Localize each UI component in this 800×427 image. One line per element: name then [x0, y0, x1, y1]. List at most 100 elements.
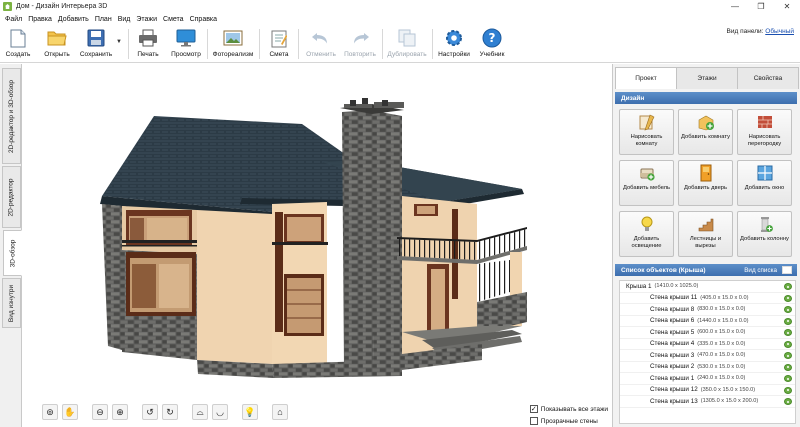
- door-icon: [700, 164, 711, 182]
- menu-add[interactable]: Добавить: [55, 16, 92, 23]
- preview-button[interactable]: Просмотр: [169, 27, 203, 62]
- list-item[interactable]: Стена крыши 3 (470.0 x 15.0 x 0.0): [620, 350, 795, 362]
- orbit-icon[interactable]: ⊚: [42, 404, 58, 420]
- visibility-eye-icon[interactable]: [784, 398, 792, 405]
- close-button[interactable]: ✕: [774, 0, 800, 13]
- transparent-walls-option[interactable]: Прозрачные стены: [529, 415, 608, 427]
- visibility-eye-icon[interactable]: [784, 317, 792, 325]
- stairs-button[interactable]: Лестницы и вырезы: [678, 211, 733, 257]
- show-all-floors-option[interactable]: ✓ Показывать все этажи: [529, 403, 608, 415]
- app-icon: [3, 2, 12, 11]
- list-item[interactable]: Стена крыши 12 (350.0 x 15.0 x 150.0): [620, 385, 795, 396]
- menu-estimate[interactable]: Смета: [160, 16, 187, 23]
- visibility-eye-icon[interactable]: [784, 283, 792, 290]
- notepad-icon: [269, 28, 289, 48]
- add-room-icon: [698, 115, 714, 131]
- draw-room-button[interactable]: Нарисовать комнату: [619, 109, 674, 155]
- gear-icon: [444, 28, 464, 48]
- duplicate-button[interactable]: Дублировать: [386, 27, 428, 62]
- add-furniture-button[interactable]: Добавить мебель: [619, 160, 674, 206]
- viewport-controls: ⊚ ✋ ⊖ ⊕ ↺ ↻ ⌓ ◡ 💡 ⌂: [42, 404, 288, 420]
- rotate-left-icon[interactable]: ↺: [142, 404, 158, 420]
- tab-2d-3d[interactable]: 2D-редактор и 3D-обзор: [2, 68, 21, 164]
- rotate-right-icon[interactable]: ↻: [162, 404, 178, 420]
- tab-project[interactable]: Проект: [615, 67, 677, 89]
- draw-partition-button[interactable]: Нарисовать перегородку: [737, 109, 792, 155]
- add-column-button[interactable]: Добавить колонну: [737, 211, 792, 257]
- tilt-down-icon[interactable]: ◡: [212, 404, 228, 420]
- list-view-link[interactable]: Вид списка: [744, 267, 777, 274]
- visibility-eye-icon[interactable]: [784, 386, 792, 394]
- new-file-icon: [8, 28, 28, 48]
- print-button[interactable]: Печать: [134, 27, 162, 62]
- menu-view[interactable]: Вид: [115, 16, 134, 23]
- zoom-out-icon[interactable]: ⊖: [92, 404, 108, 420]
- undo-button[interactable]: Отменить: [303, 27, 339, 62]
- column-icon: [760, 217, 773, 232]
- photorealism-button[interactable]: Фотореализм: [211, 27, 255, 62]
- toolbar-separator: [382, 29, 383, 59]
- add-window-button[interactable]: Добавить окно: [737, 160, 792, 206]
- open-button[interactable]: Открыть: [40, 27, 74, 62]
- add-lighting-button[interactable]: Добавить освещение: [619, 211, 674, 257]
- left-view-tabs: 2D-редактор и 3D-обзор 2D-редактор 3D-об…: [0, 64, 22, 427]
- transparent-walls-checkbox[interactable]: [529, 417, 538, 425]
- help-icon: ?: [482, 28, 502, 48]
- viewport-options: ✓ Показывать все этажи Прозрачные стены: [529, 403, 608, 427]
- object-list[interactable]: Крыша 1 (1410.0 x 1025.0) Стена крыши 11(…: [619, 280, 796, 424]
- visibility-eye-icon[interactable]: [784, 375, 792, 382]
- object-list-header: Список объектов (Крыша) Вид списка: [615, 264, 797, 276]
- pan-hand-icon[interactable]: ✋: [62, 404, 78, 420]
- list-item[interactable]: Стена крыши 2 (530.0 x 15.0 x 0.0): [620, 362, 795, 373]
- list-item[interactable]: Стена крыши 6 (1440.0 x 15.0 x 0.0): [620, 316, 795, 327]
- add-door-button[interactable]: Добавить дверь: [678, 160, 733, 206]
- list-item[interactable]: Крыша 1 (1410.0 x 1025.0): [620, 281, 795, 293]
- zoom-in-icon[interactable]: ⊕: [112, 404, 128, 420]
- tutorial-button[interactable]: ? Учебник: [477, 27, 507, 62]
- save-button[interactable]: Сохранить: [78, 27, 114, 62]
- estimate-button[interactable]: Смета: [265, 27, 293, 62]
- panel-view-link[interactable]: Обычный: [765, 28, 794, 35]
- right-panel: Проект Этажи Свойства Дизайн Нарисовать …: [612, 64, 800, 427]
- menu-plan[interactable]: План: [92, 16, 115, 23]
- tab-3d-view[interactable]: 3D-обзор: [3, 230, 22, 276]
- list-item[interactable]: Стена крыши 5 (600.0 x 15.0 x 0.0): [620, 327, 795, 339]
- list-item[interactable]: Стена крыши 4 (335.0 x 15.0 x 0.0): [620, 339, 795, 350]
- visibility-eye-icon[interactable]: [784, 294, 792, 302]
- add-room-button[interactable]: Добавить комнату: [678, 109, 733, 155]
- show-all-floors-checkbox[interactable]: ✓: [529, 405, 538, 413]
- home-icon[interactable]: ⌂: [272, 404, 288, 420]
- tab-2d-editor[interactable]: 2D-редактор: [2, 166, 21, 228]
- tab-properties[interactable]: Свойства: [737, 67, 799, 89]
- list-item[interactable]: Стена крыши 8 (830.0 x 15.0 x 0.0): [620, 304, 795, 316]
- light-bulb-icon[interactable]: 💡: [242, 404, 258, 420]
- list-item[interactable]: Стена крыши 1 (240.0 x 15.0 x 0.0): [620, 373, 795, 385]
- menu-edit[interactable]: Правка: [25, 16, 55, 23]
- 3d-viewport[interactable]: ⊚ ✋ ⊖ ⊕ ↺ ↻ ⌓ ◡ 💡 ⌂ ✓ Показывать все эта…: [22, 64, 610, 427]
- window-title: Дом - Дизайн Интерьера 3D: [16, 3, 108, 10]
- visibility-eye-icon[interactable]: [784, 306, 792, 313]
- create-button[interactable]: Создать: [3, 27, 33, 62]
- redo-button[interactable]: Повторить: [341, 27, 379, 62]
- settings-button[interactable]: Настройки: [436, 27, 472, 62]
- visibility-eye-icon[interactable]: [784, 340, 792, 348]
- visibility-eye-icon[interactable]: [784, 363, 792, 371]
- list-view-icon[interactable]: [782, 266, 792, 274]
- save-dropdown-icon[interactable]: ▼: [116, 39, 122, 45]
- tilt-up-icon[interactable]: ⌓: [192, 404, 208, 420]
- menu-help[interactable]: Справка: [187, 16, 220, 23]
- menu-file[interactable]: Файл: [2, 16, 25, 23]
- visibility-eye-icon[interactable]: [784, 352, 792, 359]
- tab-inside-view[interactable]: Вид изнутри: [2, 278, 21, 328]
- monitor-icon: [176, 28, 196, 48]
- draw-room-icon: [639, 114, 654, 131]
- list-item[interactable]: Стена крыши 11 (405.0 x 15.0 x 0.0): [620, 293, 795, 304]
- menu-floors[interactable]: Этажи: [133, 16, 160, 23]
- minimize-button[interactable]: —: [722, 0, 748, 13]
- maximize-button[interactable]: ❐: [748, 0, 774, 13]
- toolbar-separator: [432, 29, 433, 59]
- tab-floors[interactable]: Этажи: [676, 67, 738, 89]
- right-panel-tabs: Проект Этажи Свойства: [615, 67, 799, 89]
- list-item[interactable]: Стена крыши 13 (1305.0 x 15.0 x 200.0): [620, 396, 795, 408]
- visibility-eye-icon[interactable]: [784, 329, 792, 336]
